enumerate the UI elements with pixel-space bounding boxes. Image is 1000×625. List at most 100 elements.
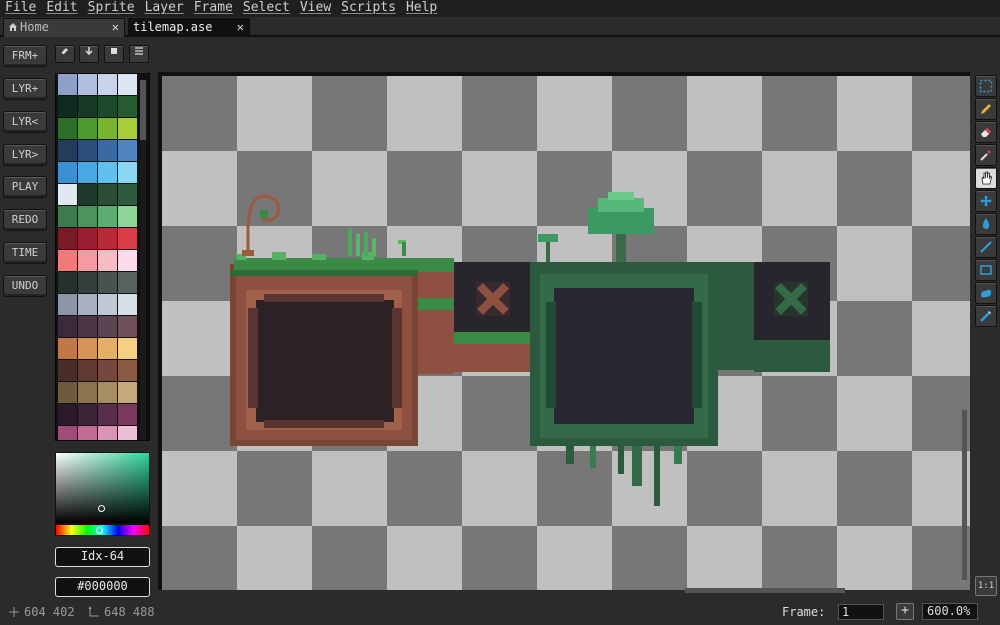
palette-swatch[interactable] [58,250,77,271]
canvas-vertical-scroll-thumb[interactable] [962,410,967,580]
palette-swatch[interactable] [118,404,137,425]
palette-swatch[interactable] [58,316,77,337]
marquee-tool[interactable] [975,75,997,97]
palette-swatch[interactable] [78,74,97,95]
tab-home-close-icon[interactable]: ✕ [112,19,119,36]
layer-add-button[interactable]: LYR+ [3,78,47,100]
add-frame-button[interactable]: + [896,603,914,620]
palette-swatch[interactable] [98,228,117,249]
menu-layer[interactable]: Layer [140,0,189,17]
layer-next-button[interactable]: LYR> [3,144,47,166]
eraser-tool[interactable] [975,121,997,143]
pencil-tool[interactable] [975,98,997,120]
menu-select[interactable]: Select [238,0,295,17]
palette-swatch[interactable] [118,118,137,139]
palette-swatch[interactable] [78,228,97,249]
palette-swatch[interactable] [98,162,117,183]
bucket-tool[interactable] [975,213,997,235]
palette-swatch[interactable] [58,74,77,95]
palette-swatch[interactable] [98,74,117,95]
tab-home[interactable]: Home ✕ [3,18,125,37]
palette-swatch[interactable] [78,206,97,227]
palette-swatch[interactable] [78,294,97,315]
palette-swatch[interactable] [78,96,97,117]
palette-swatch[interactable] [118,272,137,293]
palette-swatch[interactable] [118,382,137,403]
menu-view[interactable]: View [295,0,336,17]
palette-swatch[interactable] [78,316,97,337]
palette-swatch[interactable] [98,184,117,205]
palette-swatch[interactable] [118,184,137,205]
palette-edit-icon[interactable] [55,45,75,63]
palette-swatch[interactable] [118,140,137,161]
palette-swatch[interactable] [78,404,97,425]
palette-swatch[interactable] [118,360,137,381]
rectangle-tool[interactable] [975,259,997,281]
palette-swatch[interactable] [78,382,97,403]
play-button[interactable]: PLAY [3,176,47,198]
palette-swatch[interactable] [78,250,97,271]
palette-swatch[interactable] [98,272,117,293]
move-tool[interactable] [975,190,997,212]
palette-swatch[interactable] [98,404,117,425]
palette-swatch[interactable] [78,272,97,293]
palette-swatch[interactable] [118,338,137,359]
palette-swatch[interactable] [98,140,117,161]
palette-swatch[interactable] [98,338,117,359]
palette-swatch[interactable] [58,140,77,161]
palette-save-icon[interactable] [104,45,124,63]
canvas-vertical-scrollbar[interactable] [962,80,968,580]
palette-swatch[interactable] [58,206,77,227]
palette-swatch[interactable] [118,162,137,183]
palette-swatch[interactable] [98,426,117,440]
frame-add-button[interactable]: FRM+ [3,45,47,67]
palette-swatch[interactable] [118,316,137,337]
palette-swatch[interactable] [58,96,77,117]
hand-tool[interactable] [975,167,997,189]
palette-swatch[interactable] [78,426,97,440]
palette-scroll-thumb[interactable] [140,80,146,140]
palette-swatch[interactable] [118,294,137,315]
hue-slider-handle[interactable] [96,527,103,534]
palette-menu-icon[interactable] [129,45,149,63]
palette-swatch[interactable] [58,382,77,403]
menu-scripts[interactable]: Scripts [336,0,401,17]
canvas-horizontal-scroll-thumb[interactable] [685,588,845,593]
palette-swatch[interactable] [118,206,137,227]
palette-swatch[interactable] [78,184,97,205]
palette-swatch[interactable] [58,294,77,315]
palette-swatch[interactable] [98,360,117,381]
palette-swatch[interactable] [98,206,117,227]
menu-file[interactable]: File [0,0,41,17]
palette-swatch[interactable] [58,272,77,293]
palette-swatch[interactable] [78,360,97,381]
palette-swatch[interactable] [78,140,97,161]
timeline-button[interactable]: TIME [3,242,47,264]
menu-sprite[interactable]: Sprite [83,0,140,17]
tab-tilemap[interactable]: tilemap.ase ✕ [128,18,250,37]
hue-slider[interactable] [55,524,150,536]
brush-tool[interactable] [975,305,997,327]
palette-swatch[interactable] [118,250,137,271]
eyedropper-tool[interactable] [975,144,997,166]
palette-swatch[interactable] [118,228,137,249]
layer-prev-button[interactable]: LYR< [3,111,47,133]
menu-help[interactable]: Help [401,0,442,17]
tab-tilemap-close-icon[interactable]: ✕ [237,19,244,36]
palette-swatch[interactable] [98,294,117,315]
palette-swatch[interactable] [78,338,97,359]
palette-swatch[interactable] [58,426,77,440]
palette-swatch[interactable] [58,118,77,139]
color-picker-field[interactable] [55,452,150,524]
menu-edit[interactable]: Edit [41,0,82,17]
palette-swatch[interactable] [118,96,137,117]
palette-swatch[interactable] [58,404,77,425]
frame-field[interactable]: 1 [838,604,884,620]
hex-color-field[interactable]: #000000 [55,577,150,597]
undo-button[interactable]: UNDO [3,275,47,297]
palette-swatch[interactable] [78,162,97,183]
sprite-canvas[interactable] [162,76,970,590]
palette-scrollbar[interactable] [140,80,146,440]
color-picker-cursor[interactable] [98,505,105,512]
palette-swatch[interactable] [58,162,77,183]
